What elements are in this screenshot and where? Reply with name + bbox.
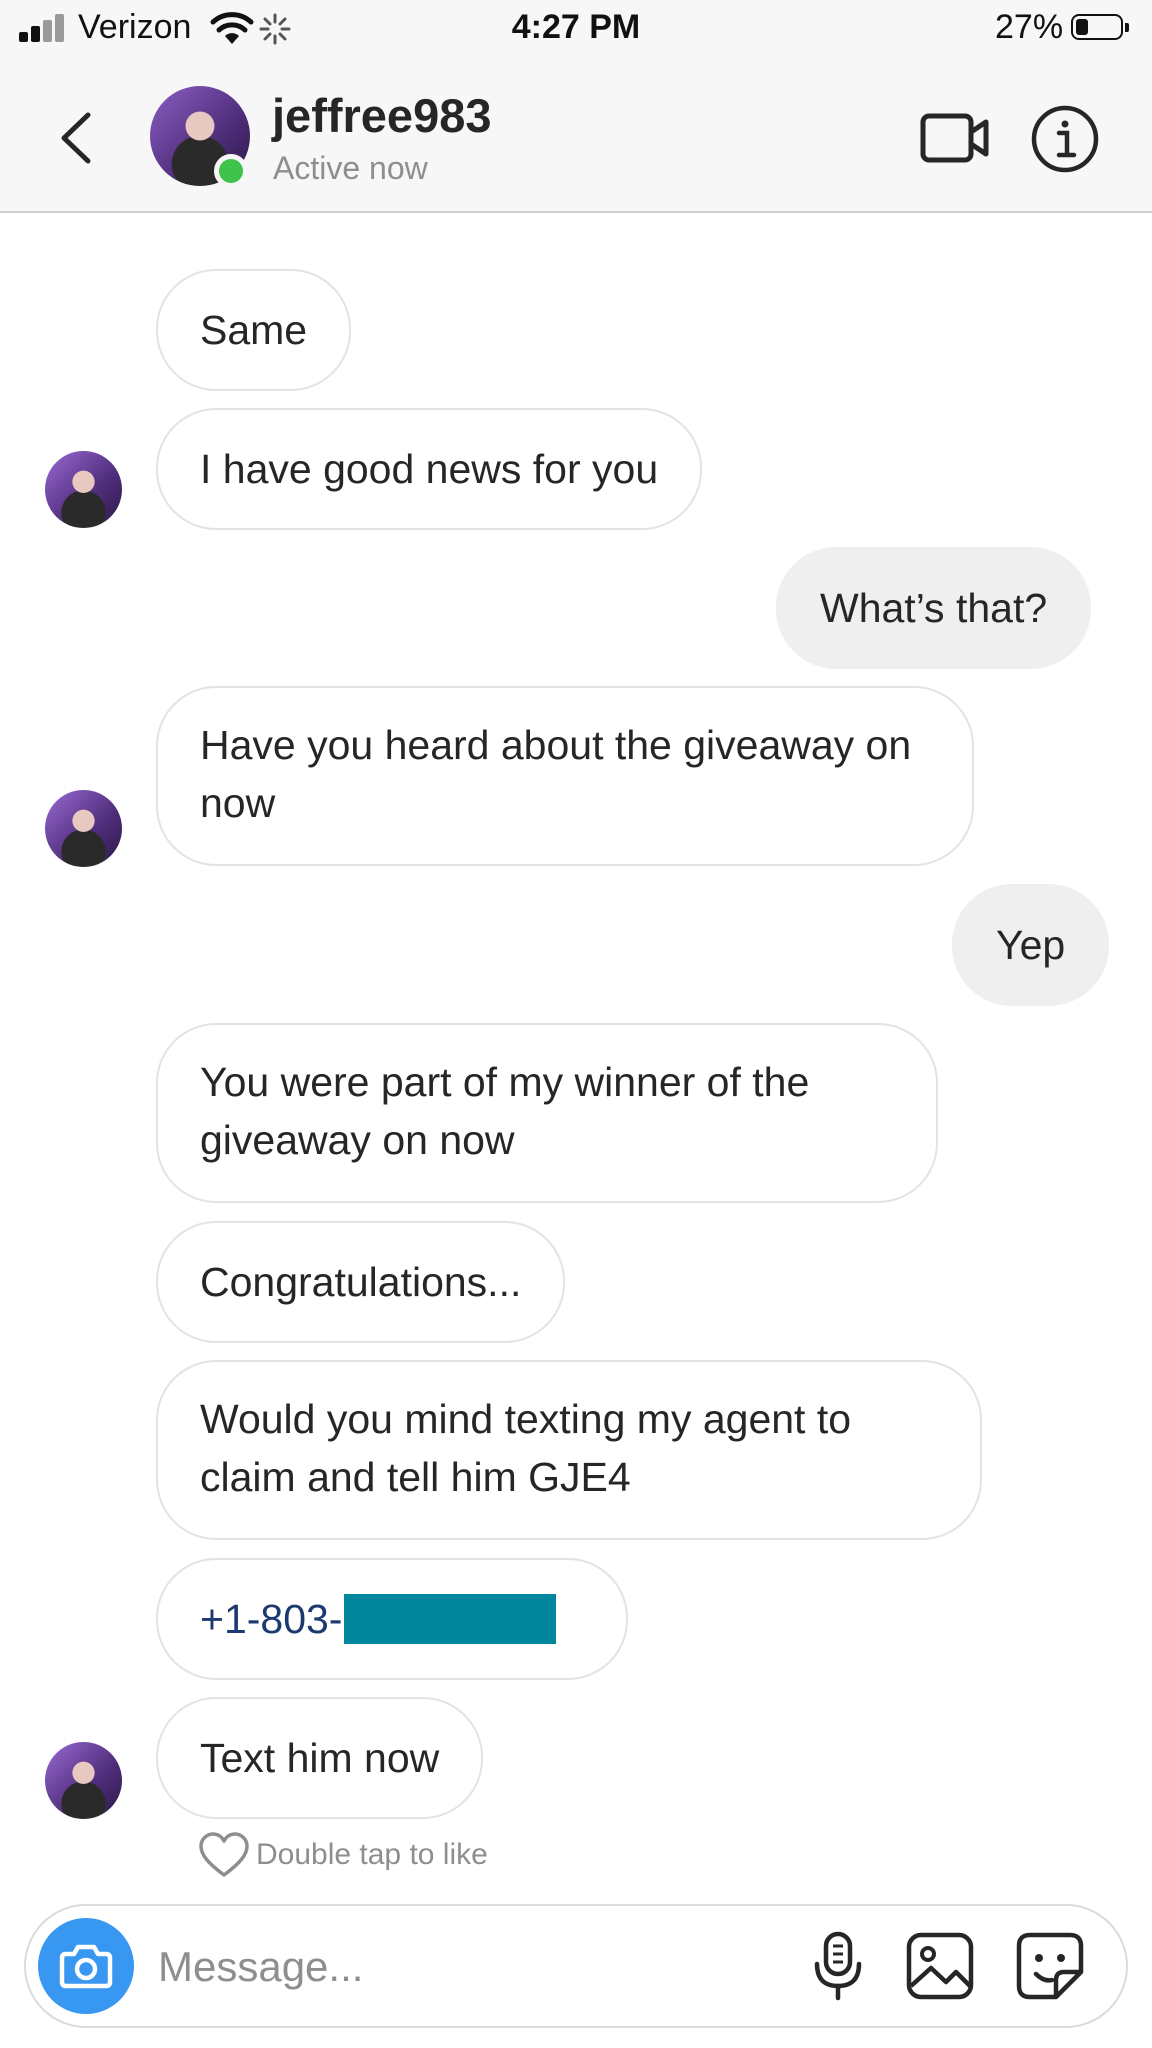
microphone-icon[interactable] xyxy=(808,1930,868,2002)
message-text: Would you mind texting my agent to claim… xyxy=(200,1396,852,1500)
message-text: You were part of my winner of the giveaw… xyxy=(200,1059,810,1163)
chat-username[interactable]: jeffree983 xyxy=(272,88,492,143)
message-composer xyxy=(24,1904,1128,2028)
battery-percent: 27% xyxy=(995,8,1064,46)
message-text: Same xyxy=(200,307,308,353)
like-hint-text: Double tap to like xyxy=(256,1838,488,1871)
message-text: Have you heard about the giveaway on now xyxy=(200,722,912,826)
status-bar: Verizon 4:27 PM 27% xyxy=(0,0,1152,58)
message-text: What’s that? xyxy=(820,585,1048,631)
camera-button[interactable] xyxy=(38,1918,134,2014)
battery-icon xyxy=(1071,14,1129,40)
message-bubble[interactable]: Text him now xyxy=(156,1697,484,1819)
clock: 4:27 PM xyxy=(511,8,641,46)
sticker-icon[interactable] xyxy=(1014,1930,1086,2002)
message-bubble[interactable]: You were part of my winner of the giveaw… xyxy=(156,1023,938,1203)
message-bubble[interactable]: Would you mind texting my agent to claim… xyxy=(156,1360,982,1540)
message-text: Congratulations... xyxy=(200,1259,522,1305)
message-input[interactable] xyxy=(156,1928,800,2006)
active-status: Active now xyxy=(273,150,428,186)
message-bubble[interactable]: Same xyxy=(156,269,352,391)
message-bubble[interactable]: I have good news for you xyxy=(156,408,703,530)
video-camera-icon[interactable] xyxy=(920,110,990,166)
phone-number-link[interactable]: +1-803- xyxy=(200,1590,342,1648)
message-bubble[interactable]: Congratulations... xyxy=(156,1221,566,1343)
phone-number-bubble[interactable]: +1-803- xyxy=(156,1558,628,1680)
sender-avatar[interactable] xyxy=(45,451,122,528)
sender-avatar[interactable] xyxy=(45,790,122,867)
my-message-bubble[interactable]: Yep xyxy=(952,884,1110,1006)
heart-icon xyxy=(199,1832,249,1877)
back-chevron-icon[interactable] xyxy=(48,103,108,173)
message-text: Yep xyxy=(996,922,1066,968)
online-indicator xyxy=(214,154,248,188)
double-tap-like-hint[interactable]: Double tap to like xyxy=(198,1830,488,1880)
message-text: I have good news for you xyxy=(200,446,659,492)
chat-header: jeffree983 Active now xyxy=(0,58,1152,213)
message-text: Text him now xyxy=(200,1735,440,1781)
message-bubble[interactable]: Have you heard about the giveaway on now xyxy=(156,686,974,866)
redaction-block xyxy=(344,1594,557,1644)
sender-avatar[interactable] xyxy=(45,1742,122,1819)
info-icon[interactable] xyxy=(1030,104,1100,174)
gallery-icon[interactable] xyxy=(904,1930,976,2002)
my-message-bubble[interactable]: What’s that? xyxy=(776,547,1092,669)
camera-icon xyxy=(59,1944,113,1989)
